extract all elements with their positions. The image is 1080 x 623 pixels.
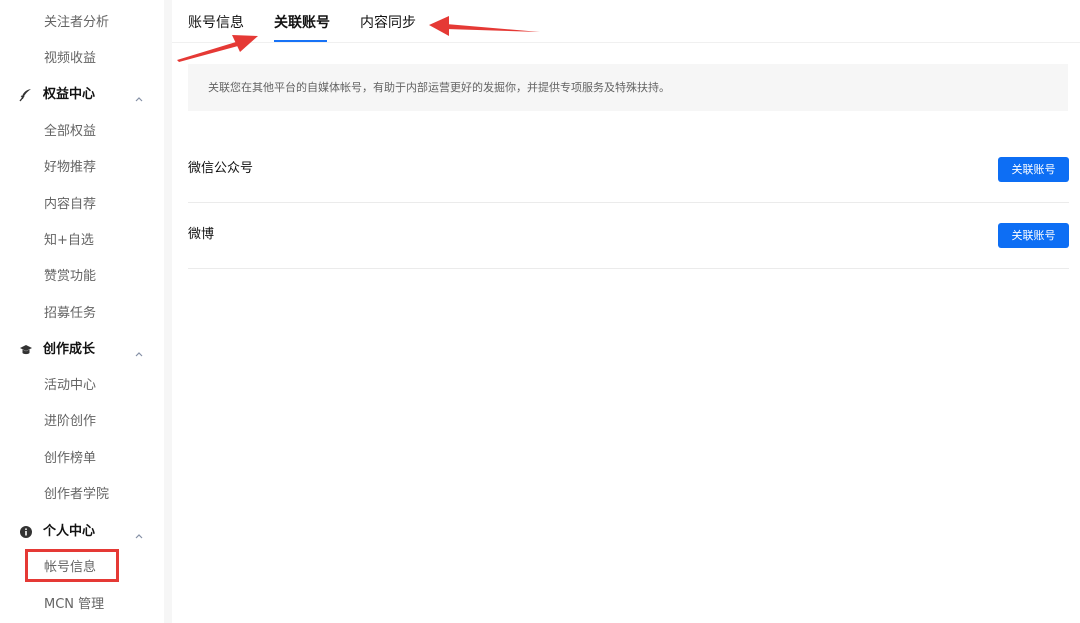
tab-linked-accounts[interactable]: 关联账号 <box>274 13 330 33</box>
sidebar-item-recruit-tasks[interactable]: 招募任务 <box>44 305 96 323</box>
tab-account-info[interactable]: 账号信息 <box>188 13 244 33</box>
sidebar-item-all-benefits[interactable]: 全部权益 <box>44 123 96 141</box>
info-circle-icon <box>19 524 33 540</box>
sidebar-item-advanced-creation[interactable]: 进阶创作 <box>44 413 96 431</box>
chevron-up-icon <box>134 344 144 357</box>
account-name: 微博 <box>188 227 215 242</box>
tab-content-sync[interactable]: 内容同步 <box>360 13 416 33</box>
sidebar-item-creator-ranking[interactable]: 创作榜单 <box>44 450 96 468</box>
sidebar-item-video-earnings[interactable]: 视频收益 <box>44 50 96 68</box>
main-panel: 账号信息 关联账号 内容同步 关联您在其他平台的自媒体帐号，有助于内部运营更好的… <box>172 0 1080 623</box>
app-window: 关注者分析 视频收益 权益中心 全部权益 好物推荐 内容自荐 知+自选 赞赏功能… <box>0 0 1080 623</box>
chevron-up-icon <box>134 89 144 102</box>
notice-text: 关联您在其他平台的自媒体帐号，有助于内部运营更好的发掘你，并提供专项服务及特殊扶… <box>208 81 670 94</box>
sidebar-group-personal-center[interactable]: 个人中心 <box>0 522 164 542</box>
sidebar-item-activity-center[interactable]: 活动中心 <box>44 377 96 395</box>
graduation-cap-icon <box>19 342 33 358</box>
sidebar-group-benefits[interactable]: 权益中心 <box>0 85 164 105</box>
account-row-weibo: 微博 关联账号 <box>188 203 1069 269</box>
sidebar-group-label: 创作成长 <box>43 342 96 357</box>
sidebar-item-content-self-recommend[interactable]: 内容自荐 <box>44 196 96 214</box>
sidebar-item-follower-analysis[interactable]: 关注者分析 <box>44 14 109 32</box>
sidebar-group-creator-growth[interactable]: 创作成长 <box>0 340 164 360</box>
sidebar-item-creator-academy[interactable]: 创作者学院 <box>44 486 109 504</box>
sidebar: 关注者分析 视频收益 权益中心 全部权益 好物推荐 内容自荐 知+自选 赞赏功能… <box>0 0 164 623</box>
sidebar-item-mcn-management[interactable]: MCN 管理 <box>44 596 104 614</box>
sidebar-item-product-recommend[interactable]: 好物推荐 <box>44 159 96 177</box>
link-account-button[interactable]: 关联账号 <box>998 223 1069 248</box>
account-name: 微信公众号 <box>188 161 254 176</box>
tabs-divider <box>172 42 1080 43</box>
feather-icon <box>19 87 33 103</box>
account-row-wechat: 微信公众号 关联账号 <box>188 137 1069 203</box>
sidebar-item-tipping[interactable]: 赞赏功能 <box>44 268 96 286</box>
chevron-up-icon <box>134 526 144 539</box>
sidebar-group-label: 个人中心 <box>43 524 96 539</box>
sidebar-group-label: 权益中心 <box>43 87 96 102</box>
link-account-button[interactable]: 关联账号 <box>998 157 1069 182</box>
notice-banner: 关联您在其他平台的自媒体帐号，有助于内部运营更好的发掘你，并提供专项服务及特殊扶… <box>188 64 1068 111</box>
annotation-highlight-box <box>25 549 119 582</box>
sidebar-item-zhi-plus[interactable]: 知+自选 <box>44 232 94 250</box>
